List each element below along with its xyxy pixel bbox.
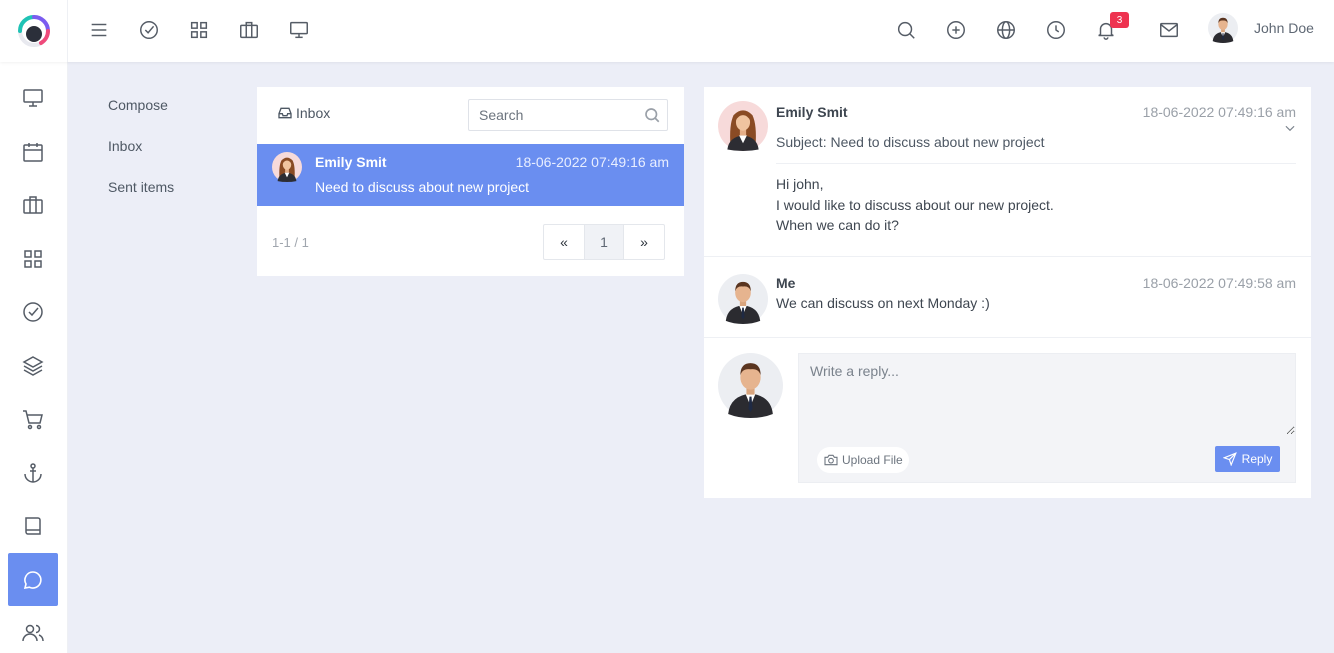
pagination: « 1 » (543, 224, 665, 260)
monitor-icon (23, 88, 43, 107)
top-bar: 3 John Doe (0, 0, 1334, 62)
check-circle-icon (23, 301, 43, 322)
message-body-line: When we can do it? (776, 217, 899, 233)
message-body-line: I would like to discuss about our new pr… (776, 196, 1054, 213)
clock-icon[interactable] (1043, 17, 1069, 43)
message-text: We can discuss on next Monday :) (776, 295, 990, 311)
search-icon[interactable] (643, 106, 661, 124)
sidebar-item-users[interactable] (8, 606, 58, 653)
upload-file-button[interactable]: Upload File (817, 447, 909, 473)
mail-list-item[interactable]: Emily Smit 18-06-2022 07:49:16 am Need t… (257, 144, 684, 206)
sidebar (0, 62, 68, 653)
briefcase-icon[interactable] (236, 17, 262, 43)
message-thread: Emily Smit 18-06-2022 07:49:16 am Subjec… (704, 87, 1311, 498)
message-date: 18-06-2022 07:49:16 am (1142, 104, 1296, 120)
layers-icon (22, 355, 44, 376)
sender-avatar (718, 101, 768, 154)
grid-icon (24, 249, 42, 268)
users-icon (22, 624, 44, 641)
sidebar-item-shop[interactable] (8, 392, 58, 445)
sidebar-item-chat[interactable] (8, 553, 58, 606)
cart-icon (23, 409, 43, 429)
message-subject: Subject: Need to discuss about new proje… (776, 134, 1045, 150)
mail-subject: Need to discuss about new project (315, 179, 530, 195)
menu-icon[interactable] (86, 17, 112, 43)
thread-message: Emily Smit 18-06-2022 07:49:16 am Subjec… (704, 87, 1311, 257)
inbox-title: Inbox (296, 105, 331, 121)
monitor-icon[interactable] (286, 17, 312, 43)
briefcase-icon (23, 195, 43, 214)
search-input[interactable]: Search (479, 107, 643, 123)
sidebar-item-docs[interactable] (8, 499, 58, 552)
calendar-icon (23, 142, 43, 162)
camera-icon (824, 454, 838, 466)
app-logo[interactable] (0, 0, 68, 62)
sidebar-item-layers[interactable] (8, 339, 58, 392)
message-sender: Emily Smit (776, 104, 848, 120)
plus-circle-icon[interactable] (943, 17, 969, 43)
pagination-page-1[interactable]: 1 (584, 225, 624, 259)
reply-textarea[interactable] (799, 354, 1295, 435)
sidebar-item-projects[interactable] (8, 178, 58, 231)
chat-icon (23, 570, 42, 589)
sidebar-item-dashboard[interactable] (8, 71, 58, 124)
pagination-summary: 1-1 / 1 (272, 235, 309, 250)
pagination-prev-button[interactable]: « (544, 225, 584, 259)
chevron-down-icon[interactable] (1283, 121, 1297, 138)
reply-label: Reply (1241, 452, 1273, 466)
nav-inbox[interactable]: Inbox (108, 138, 174, 179)
send-icon (1222, 452, 1237, 466)
upload-file-label: Upload File (842, 453, 903, 467)
message-body-line: Hi john, (776, 176, 824, 192)
anchor-icon (24, 462, 42, 483)
message-date: 18-06-2022 07:49:58 am (1142, 275, 1296, 291)
sidebar-item-tasks[interactable] (8, 285, 58, 338)
mail-nav: Compose Inbox Sent items (108, 97, 174, 220)
sidebar-item-calendar[interactable] (8, 125, 58, 178)
grid-icon[interactable] (186, 17, 212, 43)
notification-badge: 3 (1110, 12, 1129, 28)
message-sender: Me (776, 275, 796, 291)
message-body: Hi john, I would like to discuss about o… (776, 174, 1054, 236)
divider (776, 163, 1296, 164)
check-circle-icon[interactable] (136, 17, 162, 43)
my-avatar (718, 274, 768, 327)
nav-compose[interactable]: Compose (108, 97, 174, 138)
mail-date: 18-06-2022 07:49:16 am (515, 154, 669, 170)
logo-icon (17, 15, 50, 47)
mail-icon[interactable] (1156, 17, 1182, 43)
sender-avatar (272, 152, 302, 185)
reply-composer: Upload File Reply (798, 353, 1296, 483)
globe-icon[interactable] (993, 17, 1019, 43)
avatar (1208, 13, 1238, 43)
thread-message: Me 18-06-2022 07:49:58 am We can discuss… (704, 258, 1311, 338)
mail-sender: Emily Smit (315, 154, 387, 170)
user-name: John Doe (1254, 20, 1314, 36)
user-menu[interactable]: John Doe (1208, 13, 1314, 43)
sidebar-item-apps[interactable] (8, 232, 58, 285)
pagination-next-button[interactable]: » (624, 225, 664, 259)
reply-avatar (718, 353, 783, 421)
inbox-panel: Inbox Search Emily Smit 18-06-2022 07:49… (257, 87, 684, 276)
book-icon (25, 516, 41, 535)
reply-button[interactable]: Reply (1215, 446, 1280, 472)
inbox-icon (278, 107, 292, 119)
inbox-header: Inbox (277, 105, 330, 121)
nav-sent-items[interactable]: Sent items (108, 179, 174, 220)
search-field[interactable]: Search (468, 99, 668, 131)
sidebar-item-anchor[interactable] (8, 446, 58, 499)
search-icon[interactable] (893, 17, 919, 43)
